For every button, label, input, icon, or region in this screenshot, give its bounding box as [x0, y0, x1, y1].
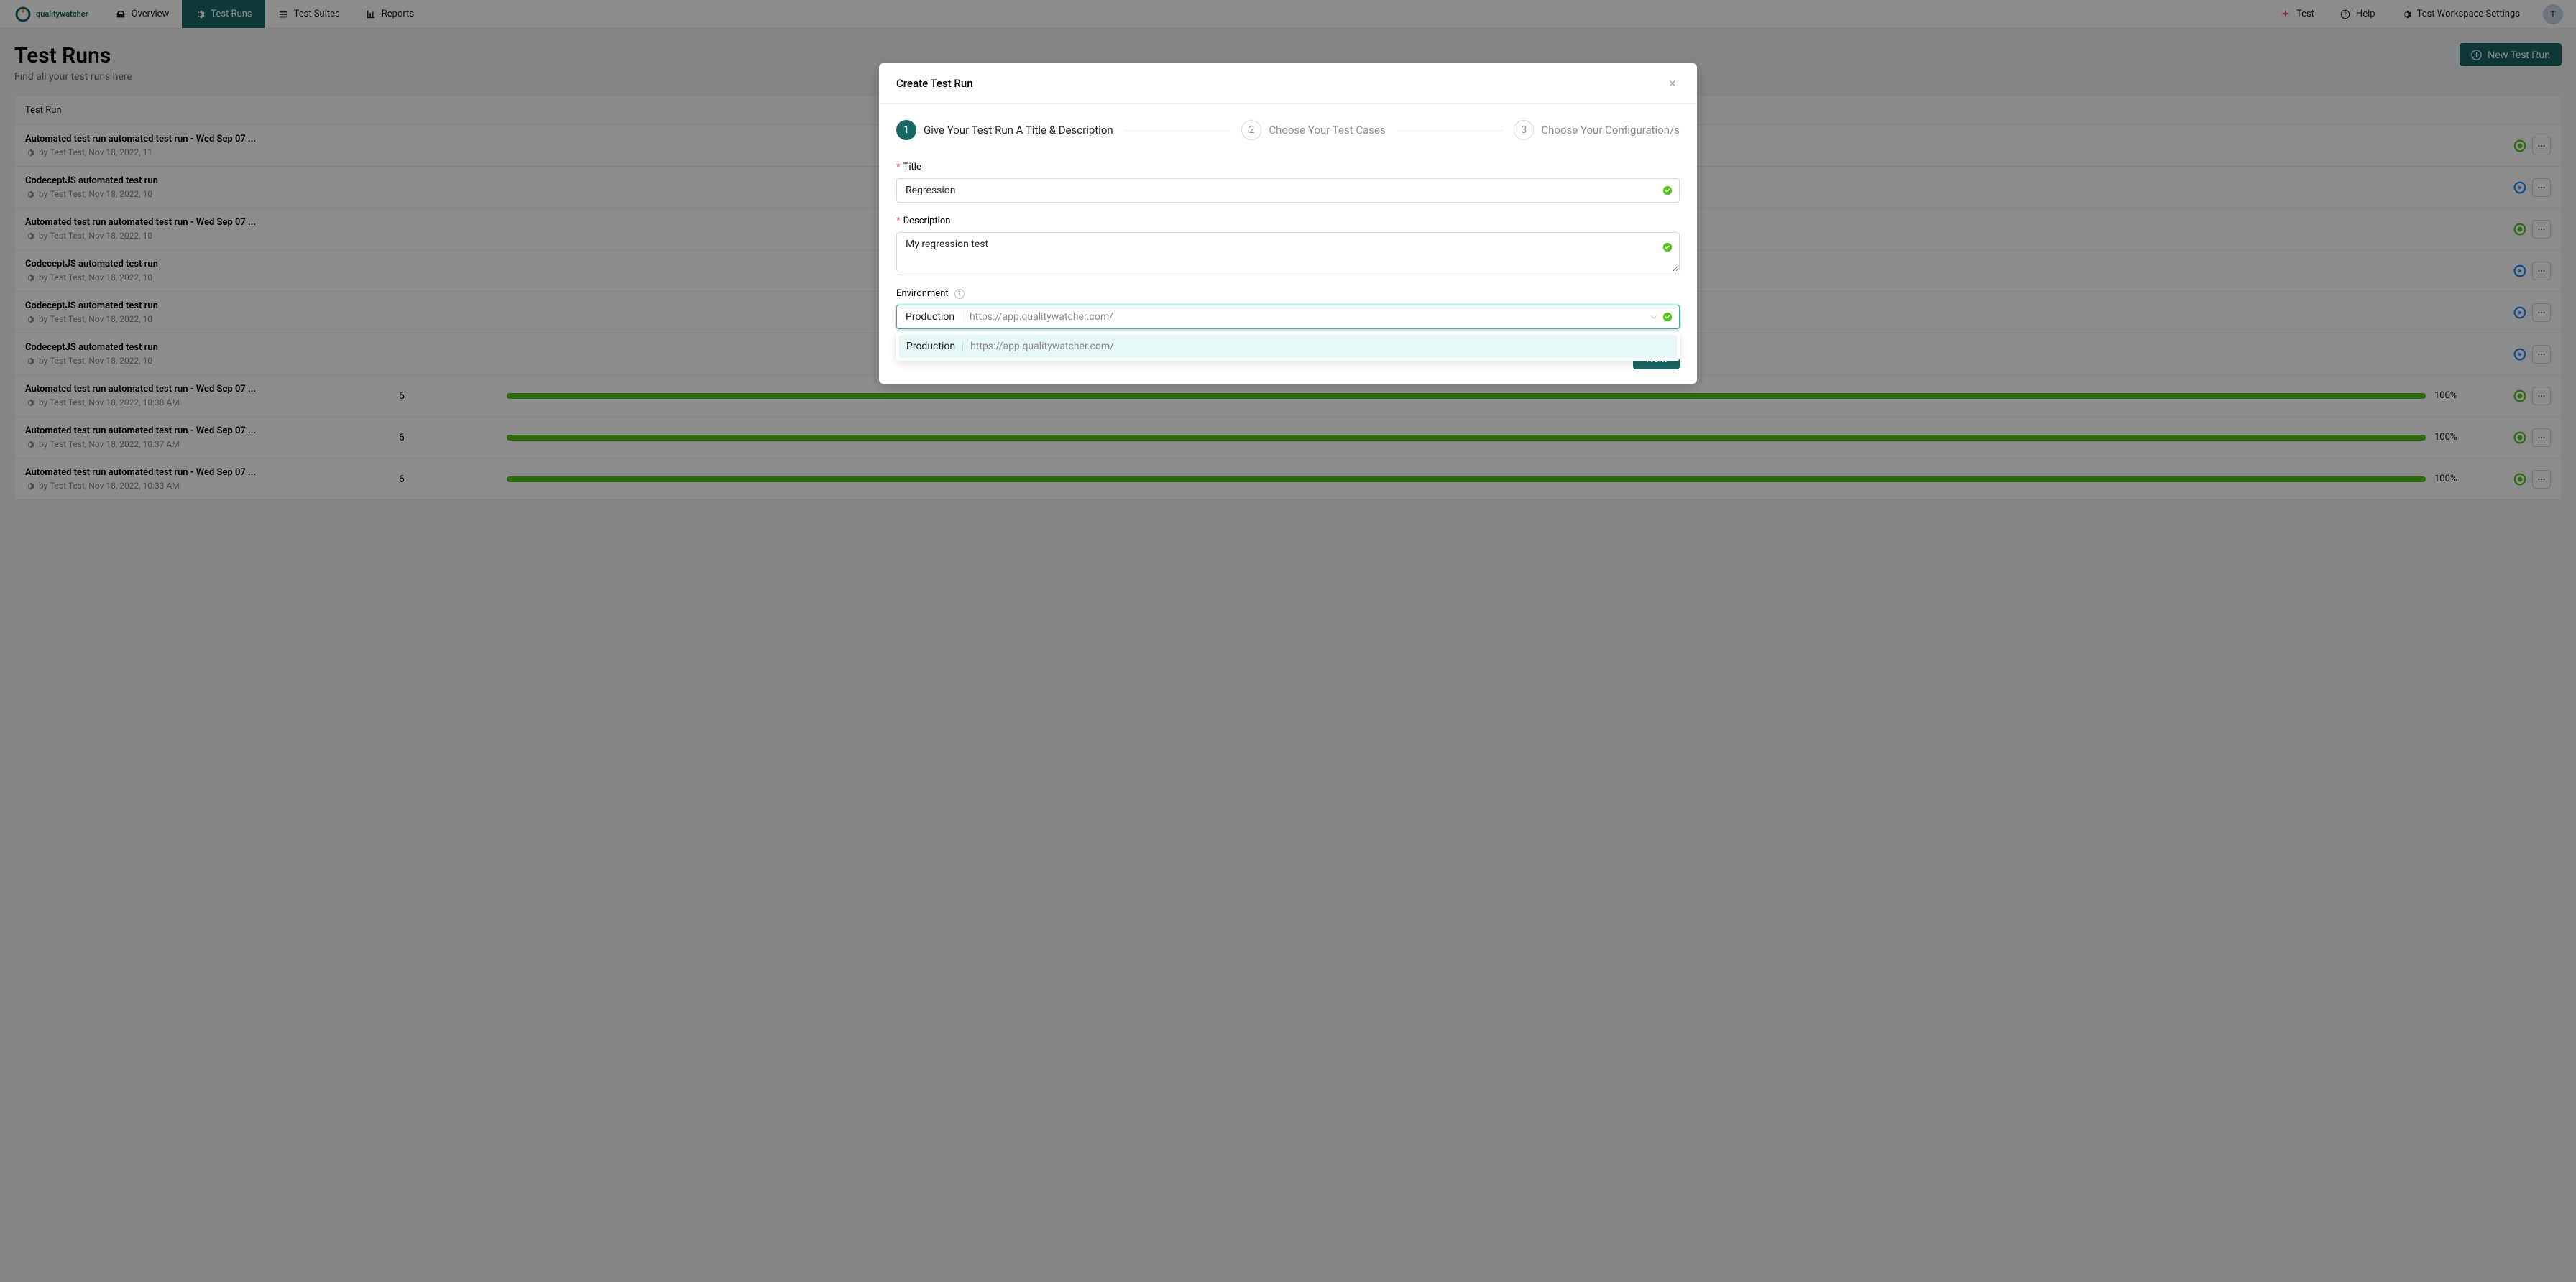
check-icon — [1662, 185, 1673, 195]
stepper: 1 Give Your Test Run A Title & Descripti… — [896, 120, 1680, 140]
environment-option[interactable]: Production https://app.qualitywatcher.co… — [899, 335, 1677, 358]
description-label: *Description — [896, 216, 1680, 226]
modal-title: Create Test Run — [896, 77, 973, 90]
environment-label: Environment? — [896, 288, 1680, 299]
environment-select[interactable]: Production https://app.qualitywatcher.co… — [896, 305, 1680, 329]
title-input[interactable] — [896, 178, 1680, 203]
check-icon — [1662, 312, 1673, 322]
step-3: 3 Choose Your Configuration/s — [1514, 120, 1680, 140]
chevron-down-icon — [1650, 313, 1658, 321]
create-test-run-modal: Create Test Run 1 Give Your Test Run A T… — [879, 63, 1697, 384]
environment-dropdown: Production https://app.qualitywatcher.co… — [896, 332, 1680, 361]
close-icon — [1668, 78, 1678, 88]
help-icon: ? — [954, 289, 965, 299]
step-1: 1 Give Your Test Run A Title & Descripti… — [896, 120, 1113, 140]
title-label: *Title — [896, 162, 1680, 172]
modal-overlay: Create Test Run 1 Give Your Test Run A T… — [0, 0, 2576, 1282]
step-2: 2 Choose Your Test Cases — [1241, 120, 1385, 140]
description-input[interactable] — [896, 232, 1680, 272]
check-icon — [1662, 242, 1673, 252]
close-button[interactable] — [1665, 76, 1680, 91]
